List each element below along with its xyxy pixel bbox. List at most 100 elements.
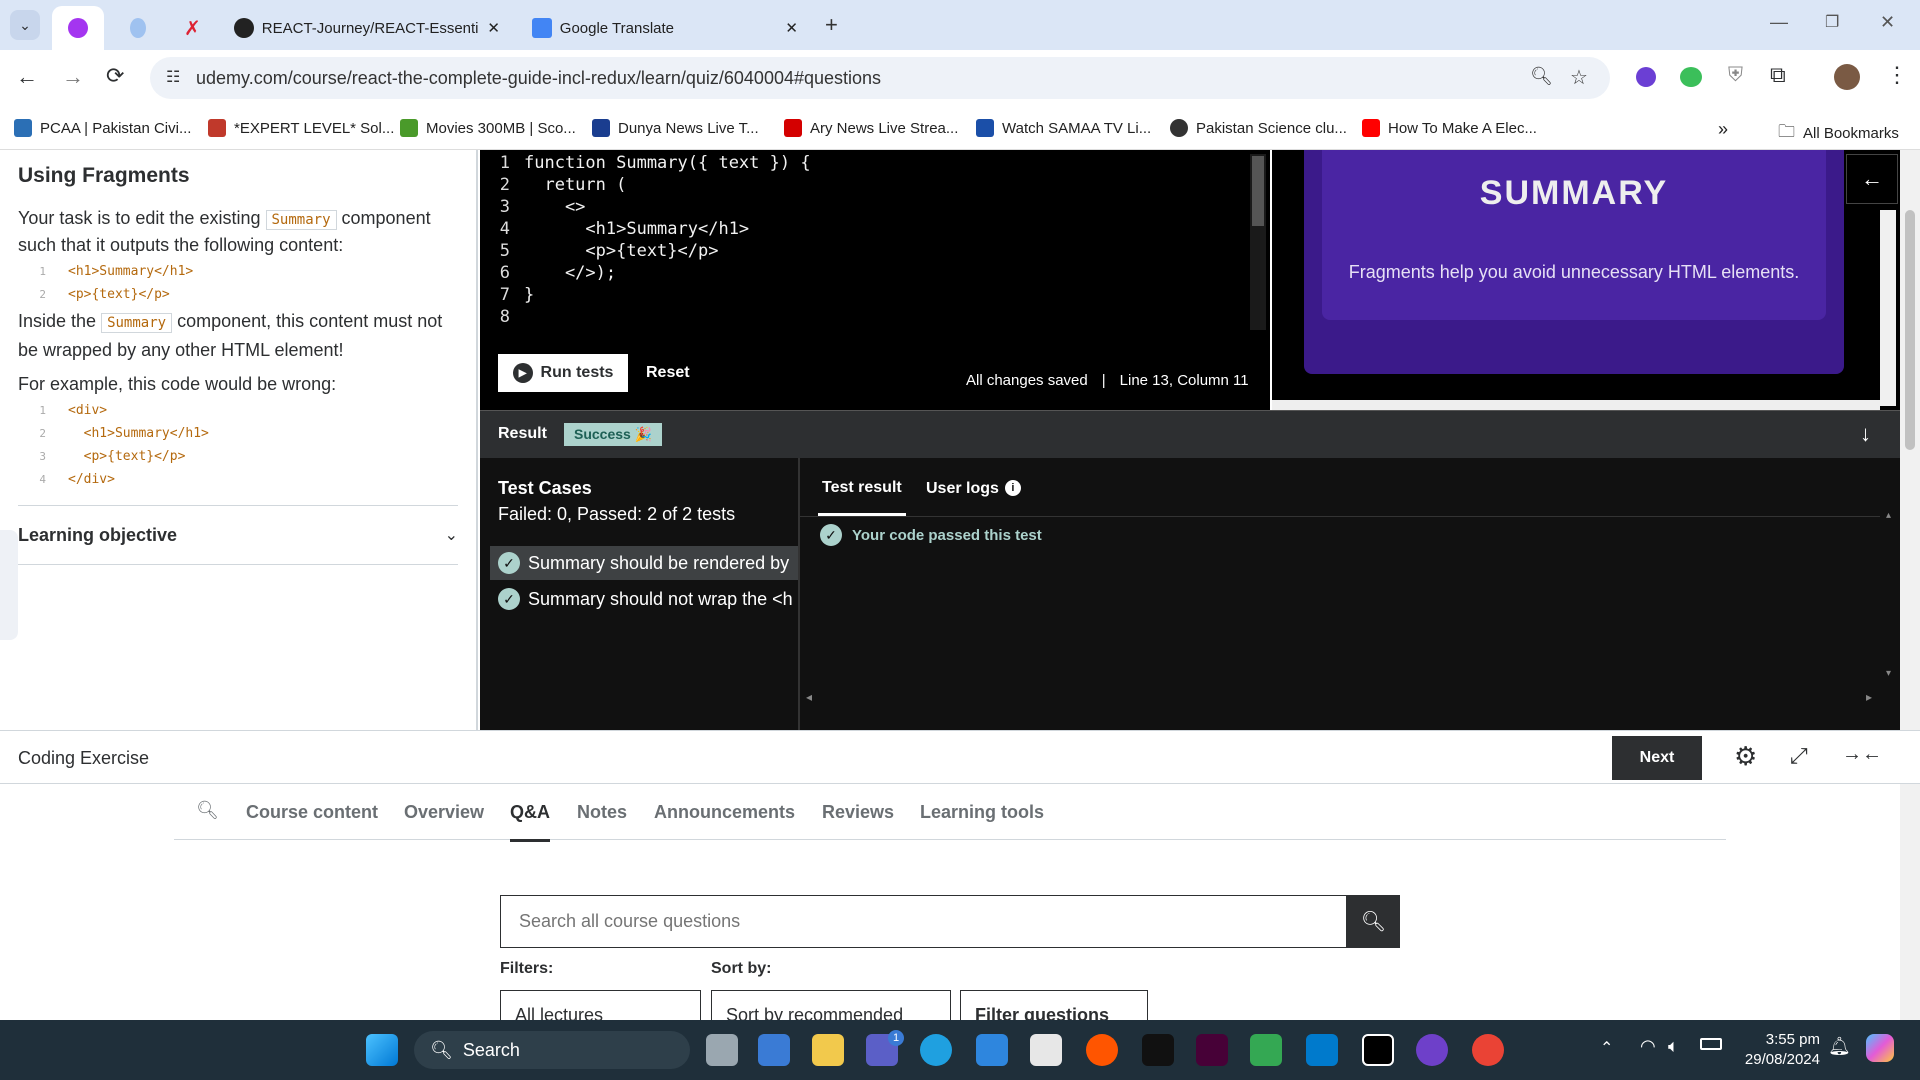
url-bar[interactable]: ☷ udemy.com/course/react-the-complete-gu… <box>150 57 1610 99</box>
github-desktop-icon[interactable] <box>1416 1034 1448 1066</box>
search-button[interactable]: 🔍︎ <box>1347 895 1400 948</box>
bookmark-item[interactable]: *EXPERT LEVEL* Sol... <box>208 119 394 137</box>
volume-icon[interactable]: 🔈︎ <box>1668 1036 1679 1057</box>
battery-icon[interactable] <box>1700 1038 1722 1050</box>
bookmark-item[interactable]: PCAA | Pakistan Civi... <box>14 119 191 137</box>
sidebar-handle[interactable] <box>0 530 18 640</box>
bookmark-item[interactable]: Pakistan Science clu... <box>1170 119 1347 137</box>
bookmark-item[interactable]: Dunya News Live T... <box>592 119 759 137</box>
scroll-right-icon[interactable]: ▸ <box>1866 690 1872 704</box>
tab-udemy[interactable] <box>52 6 104 50</box>
scrollbar-thumb[interactable] <box>1252 156 1264 226</box>
scroll-up-icon[interactable]: ▴ <box>1886 510 1891 521</box>
tab-3[interactable]: ✗ <box>172 6 212 50</box>
tab-overview[interactable]: Overview <box>404 802 484 823</box>
scroll-left-icon[interactable]: ◂ <box>806 690 812 704</box>
tab-course-content[interactable]: Course content <box>246 802 378 823</box>
new-tab-button[interactable]: + <box>825 12 838 38</box>
shield-icon[interactable]: ⛨ <box>1728 64 1743 87</box>
extension-purple-icon[interactable] <box>1636 67 1656 87</box>
tab-google-translate[interactable]: Google Translate ✕ <box>520 6 810 50</box>
minimize-button[interactable]: — <box>1770 12 1788 33</box>
tab-learning-tools[interactable]: Learning tools <box>920 802 1044 823</box>
adobe-xd-icon[interactable] <box>1196 1034 1228 1066</box>
avatar[interactable] <box>1834 64 1860 90</box>
tab-test-result[interactable]: Test result <box>818 470 906 516</box>
tab-notes[interactable]: Notes <box>577 802 627 823</box>
taskbar-search[interactable]: 🔍︎ Search <box>414 1031 690 1069</box>
test-cases-summary: Failed: 0, Passed: 2 of 2 tests <box>498 504 736 524</box>
editor-status: All changes saved | Line 13, Column 11 <box>966 372 1249 389</box>
test-case-item[interactable]: ✓ Summary should not wrap the <h <box>490 582 798 616</box>
bookmark-item[interactable]: Movies 300MB | Sco... <box>400 119 576 137</box>
scroll-down-icon[interactable]: ▾ <box>1886 668 1891 679</box>
run-tests-button[interactable]: ▶ Run tests <box>498 354 628 392</box>
edge-icon[interactable] <box>920 1034 952 1066</box>
tab-list-button[interactable]: ⌄ <box>10 10 40 40</box>
tab-github[interactable]: REACT-Journey/REACT-Essentia ✕ <box>222 6 512 50</box>
extensions-puzzle-icon[interactable]: ⧉ <box>1770 62 1786 88</box>
clock[interactable]: 3:55 pm 29/08/2024 <box>1734 1030 1820 1070</box>
bookmarks-overflow-button[interactable]: » <box>1718 119 1728 140</box>
scrollbar-thumb[interactable] <box>1905 210 1915 450</box>
wifi-icon[interactable]: ◠ <box>1640 1036 1656 1057</box>
soundcloud-icon[interactable] <box>1086 1034 1118 1066</box>
reset-button[interactable]: Reset <box>646 364 690 382</box>
search-icon[interactable]: 🔍︎ <box>196 800 219 821</box>
notifications-icon[interactable]: 🔔︎ <box>1828 1036 1851 1057</box>
cursor-position: Line 13, Column 11 <box>1119 372 1249 389</box>
reload-icon[interactable]: ⟳ <box>106 63 124 89</box>
star-icon[interactable]: ☆ <box>1570 65 1588 90</box>
restore-button[interactable]: ❐ <box>1825 12 1839 32</box>
page-scrollbar[interactable] <box>1900 150 1920 1020</box>
close-icon[interactable]: ✕ <box>487 19 500 37</box>
all-bookmarks[interactable]: 🗀 All Bookmarks <box>1778 119 1899 148</box>
collapse-icon[interactable]: →← <box>1842 743 1882 766</box>
tab-2[interactable] <box>118 6 158 50</box>
tab-reviews[interactable]: Reviews <box>822 802 894 823</box>
file-explorer-icon[interactable] <box>812 1034 844 1066</box>
filter-questions-button[interactable]: Filter questions <box>960 990 1148 1020</box>
tray-chevron-icon[interactable]: ⌃ <box>1600 1038 1613 1058</box>
tab-user-logs[interactable]: User logs i <box>926 470 1021 516</box>
terminal-icon[interactable] <box>1362 1034 1394 1066</box>
copilot-icon[interactable] <box>1866 1034 1894 1062</box>
extension-green-icon[interactable] <box>1680 67 1702 87</box>
close-icon[interactable]: ✕ <box>785 19 798 37</box>
zoom-icon[interactable]: 🔍︎ <box>1530 66 1553 87</box>
editor-line: 1 function Summary({ text }) { <box>480 152 1270 174</box>
learning-objective-accordion[interactable]: Learning objective ⌄ <box>18 505 458 565</box>
chrome-icon[interactable] <box>1472 1034 1504 1066</box>
next-button[interactable]: Next <box>1612 736 1702 780</box>
arrow-down-icon[interactable]: ↓ <box>1860 421 1871 447</box>
sort-select[interactable]: Sort by recommended <box>711 990 951 1020</box>
info-icon: i <box>1004 480 1021 496</box>
lecture-filter-select[interactable]: All lectures <box>500 990 701 1020</box>
meet-icon[interactable] <box>1250 1034 1282 1066</box>
preview-scrollbar[interactable] <box>1880 210 1896 406</box>
editor-scrollbar[interactable] <box>1250 154 1266 330</box>
snipping-tool-icon[interactable] <box>1030 1034 1062 1066</box>
task-view-icon[interactable] <box>706 1034 738 1066</box>
tab-qa[interactable]: Q&A <box>510 802 550 842</box>
back-icon[interactable]: ← <box>16 64 38 90</box>
tab-announcements[interactable]: Announcements <box>654 802 795 823</box>
menu-kebab-icon[interactable]: ⋮ <box>1886 62 1908 88</box>
windows-taskbar: 🔍︎ Search 1 ⌃ ◠ 🔈︎ 3:55 pm 29/08/2024 🔔︎ <box>0 1020 1920 1080</box>
forward-icon[interactable]: → <box>62 64 84 90</box>
store-icon[interactable] <box>758 1034 790 1066</box>
fullscreen-icon[interactable]: ⤢ <box>1790 743 1808 769</box>
preview-collapse-button[interactable]: ← <box>1846 154 1898 204</box>
settings-gear-icon[interactable]: ⚙ <box>1734 741 1757 772</box>
bookmark-item[interactable]: Watch SAMAA TV Li... <box>976 119 1151 137</box>
bookmark-item[interactable]: Ary News Live Strea... <box>784 119 958 137</box>
vscode-icon[interactable] <box>1306 1034 1338 1066</box>
qa-search-input[interactable] <box>500 895 1347 948</box>
mendeley-icon[interactable] <box>1142 1034 1174 1066</box>
test-case-item[interactable]: ✓ Summary should be rendered by <box>490 546 798 580</box>
mail-icon[interactable] <box>976 1034 1008 1066</box>
windows-start-icon[interactable] <box>366 1034 398 1066</box>
window-close-button[interactable]: ✕ <box>1880 12 1895 33</box>
bookmark-item[interactable]: How To Make A Elec... <box>1362 119 1537 137</box>
site-settings-icon[interactable]: ☷ <box>166 67 180 87</box>
